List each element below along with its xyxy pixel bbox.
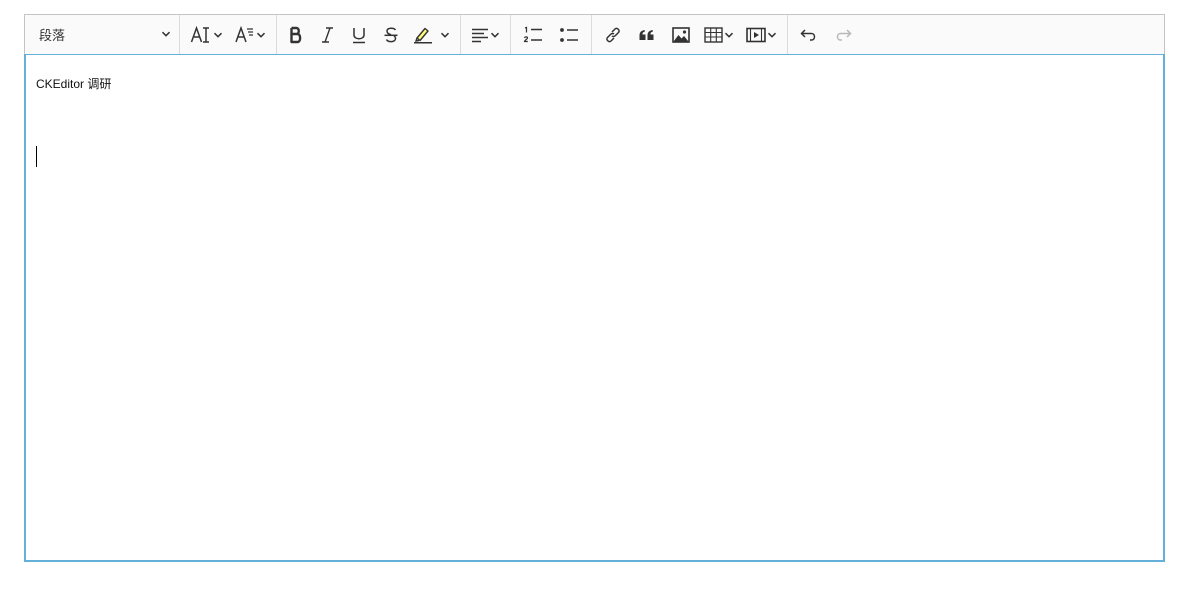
chevron-down-icon xyxy=(256,30,266,40)
font-family-button[interactable] xyxy=(229,19,272,51)
image-button[interactable] xyxy=(664,19,698,51)
editor-toolbar: 段落 xyxy=(24,14,1165,54)
undo-button[interactable] xyxy=(792,19,826,51)
chevron-down-icon xyxy=(440,30,450,40)
highlight-button[interactable] xyxy=(407,19,456,51)
numbered-list-icon xyxy=(523,26,543,44)
chevron-down-icon xyxy=(490,30,500,40)
alignment-button[interactable] xyxy=(465,19,506,51)
alignment-group xyxy=(461,15,510,54)
chevron-down-icon xyxy=(767,30,777,40)
heading-dropdown[interactable]: 段落 xyxy=(25,19,179,51)
chevron-down-icon xyxy=(724,30,734,40)
paragraph: CKEditor 调研 xyxy=(36,77,112,91)
underline-icon xyxy=(351,26,367,44)
redo-icon xyxy=(834,27,852,43)
strikethrough-icon xyxy=(383,26,399,44)
bulleted-list-button[interactable] xyxy=(551,19,587,51)
media-icon xyxy=(746,26,766,44)
chevron-down-icon xyxy=(161,27,171,42)
numbered-list-button[interactable] xyxy=(515,19,551,51)
chevron-down-icon xyxy=(213,30,223,40)
link-button[interactable] xyxy=(596,19,630,51)
redo-button[interactable] xyxy=(826,19,860,51)
image-icon xyxy=(672,26,690,44)
basic-styles-group xyxy=(277,15,460,54)
rich-text-editor: 段落 CKEditor 调研 xyxy=(24,14,1165,562)
list-group xyxy=(511,15,591,54)
font-size-button[interactable] xyxy=(184,19,229,51)
bulleted-list-icon xyxy=(559,26,579,44)
align-left-icon xyxy=(471,27,489,43)
italic-button[interactable] xyxy=(311,19,343,51)
bold-icon xyxy=(289,26,303,44)
italic-icon xyxy=(319,26,335,44)
insert-group xyxy=(592,15,787,54)
link-icon xyxy=(604,26,622,44)
font-size-icon xyxy=(190,25,212,44)
media-button[interactable] xyxy=(740,19,783,51)
font-family-icon xyxy=(235,25,255,44)
undo-icon xyxy=(800,27,818,43)
editor-content-area[interactable]: CKEditor 调研 xyxy=(24,54,1165,562)
bold-button[interactable] xyxy=(281,19,311,51)
blockquote-button[interactable] xyxy=(630,19,664,51)
font-group xyxy=(180,15,276,54)
text-caret xyxy=(36,146,37,167)
strikethrough-button[interactable] xyxy=(375,19,407,51)
table-icon xyxy=(704,26,723,44)
heading-dropdown-label: 段落 xyxy=(39,28,66,43)
table-button[interactable] xyxy=(698,19,740,51)
highlight-icon xyxy=(413,26,433,44)
underline-button[interactable] xyxy=(343,19,375,51)
blockquote-icon xyxy=(638,26,656,44)
history-group xyxy=(788,15,864,54)
